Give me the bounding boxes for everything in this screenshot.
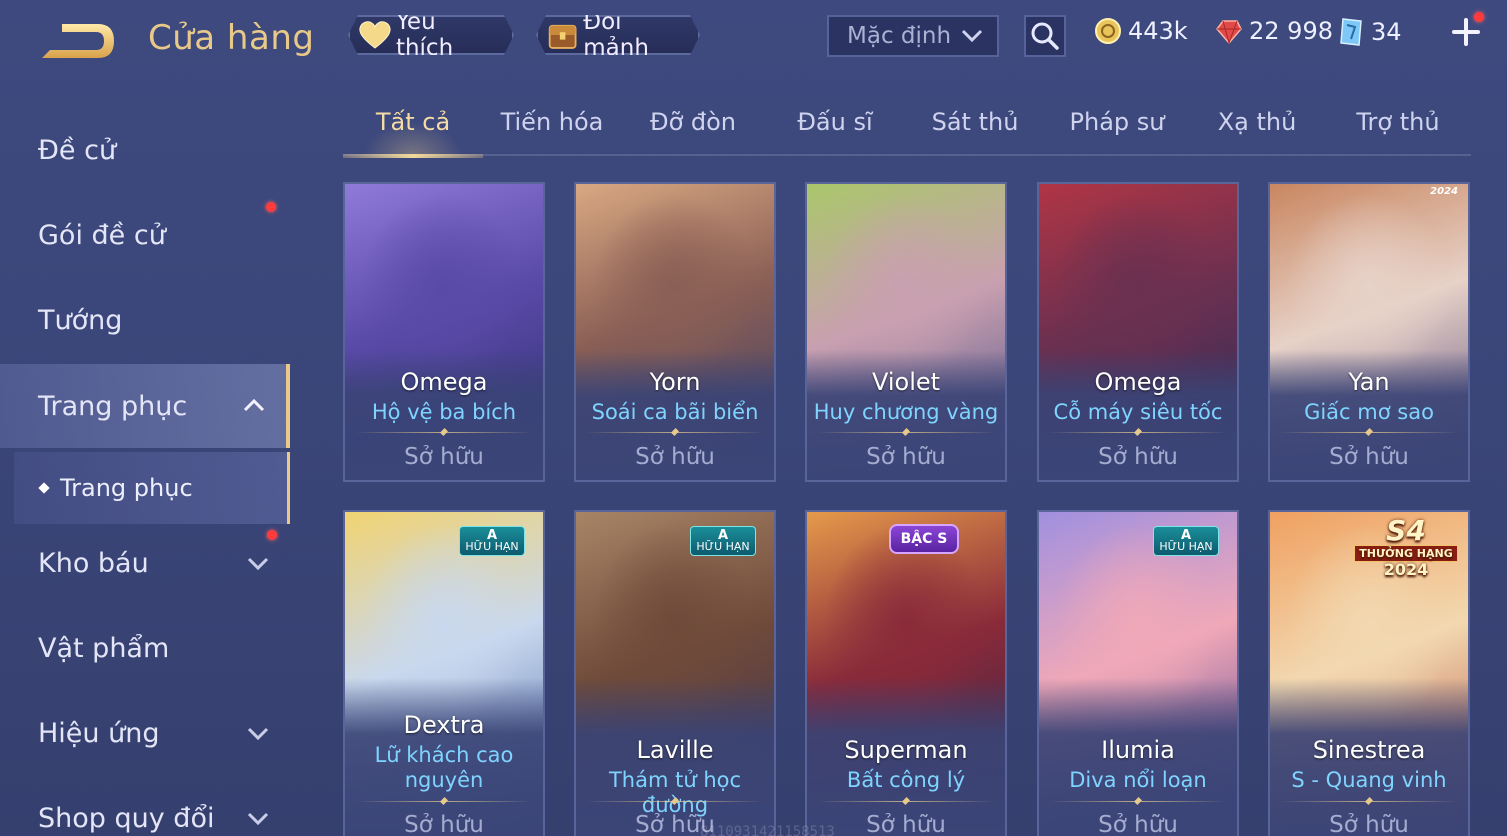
gold-currency: 443k	[1094, 17, 1188, 45]
ruby-gem-icon	[1216, 20, 1242, 45]
owned-status: Sở hữu	[404, 444, 484, 470]
heart-icon	[358, 20, 392, 50]
tab-evolution[interactable]: Tiến hóa	[482, 108, 622, 154]
hero-name: Dextra	[403, 711, 485, 739]
tab-assassin[interactable]: Sát thủ	[905, 108, 1045, 154]
tab-tank[interactable]: Đỡ đòn	[623, 108, 763, 154]
tab-all[interactable]: Tất cả	[343, 108, 483, 158]
chevron-up-icon	[243, 398, 265, 412]
limited-a-badge: A HỮU HẠN	[690, 526, 756, 556]
tier-s-badge: BẬC S	[889, 524, 959, 554]
favorite-label: Yêu thích	[395, 9, 454, 61]
notification-dot	[266, 202, 276, 212]
search-icon	[1031, 22, 1059, 50]
skin-name-line2: nguyên	[404, 768, 484, 792]
search-button[interactable]	[1024, 15, 1066, 57]
limited-a-badge: A HỮU HẠN	[1153, 526, 1219, 556]
chevron-down-icon	[247, 557, 269, 571]
year-badge: 2024	[1430, 186, 1458, 197]
skin-card[interactable]: Violet Huy chương vàng Sở hữu	[805, 182, 1007, 482]
sidebar-item-skins[interactable]: Trang phục	[0, 364, 290, 448]
hero-name: Omega	[400, 368, 488, 396]
skin-name: Huy chương vàng	[813, 400, 999, 424]
ruby-currency: 22 998	[1215, 17, 1333, 45]
owned-status: Sở hữu	[866, 444, 946, 470]
skin-name: Cỗ máy siêu tốc	[1053, 400, 1223, 424]
exchange-fragments-button[interactable]: Đổi mảnh	[536, 15, 700, 55]
skin-card[interactable]: A HỮU HẠN Dextra Lữ khách cao nguyên Sở …	[343, 510, 545, 836]
role-tabs: Tất cả Tiến hóa Đỡ đòn Đấu sĩ Sát thủ Ph…	[343, 100, 1471, 158]
limited-a-badge: A HỮU HẠN	[459, 526, 525, 556]
skin-name: Diva nổi loạn	[1069, 768, 1207, 792]
voucher-currency: 34	[1337, 17, 1402, 47]
skin-card[interactable]: S4 THƯỞNG HẠNG 2024 Sinestrea S - Quang …	[1268, 510, 1470, 836]
hero-name: Yorn	[649, 368, 701, 396]
voucher-amount: 34	[1371, 18, 1402, 46]
sidebar-item-recommended[interactable]: Đề cử	[0, 108, 290, 192]
sidebar: Đề cử Gói đề cử Tướng Trang phục Trang p…	[0, 100, 292, 836]
skin-name: Hộ vệ ba bích	[371, 400, 517, 424]
sidebar-item-exchange-shop[interactable]: Shop quy đổi	[0, 776, 290, 836]
sidebar-item-heroes[interactable]: Tướng	[0, 278, 290, 362]
hero-name: Ilumia	[1101, 736, 1175, 764]
tab-mage[interactable]: Pháp sư	[1047, 108, 1187, 154]
sort-value: Mặc định	[847, 23, 952, 49]
skin-name: Thám tử học đường	[608, 768, 742, 817]
notification-dot	[267, 530, 277, 540]
owned-status: Sở hữu	[1329, 444, 1409, 470]
top-bar: Cửa hàng Yêu thích Đổi mảnh Mặc định 443…	[0, 0, 1507, 72]
skin-card[interactable]: 2024 Yan Giấc mơ sao Sở hữu	[1268, 182, 1470, 482]
tab-fighter[interactable]: Đấu sĩ	[765, 108, 905, 154]
page-title: Cửa hàng	[148, 18, 315, 58]
sidebar-item-recommended-packs[interactable]: Gói đề cử	[0, 193, 290, 277]
back-arrow-icon[interactable]	[36, 18, 120, 64]
season-rank-badge: S4 THƯỞNG HẠNG 2024	[1350, 516, 1462, 578]
favorite-button[interactable]: Yêu thích	[348, 15, 514, 55]
skin-card[interactable]: A HỮU HẠN Laville Thám tử học đường Sở h…	[574, 510, 776, 836]
exchange-label: Đổi mảnh	[583, 9, 649, 61]
hero-name: Laville	[636, 736, 714, 764]
hero-name: Yan	[1348, 368, 1390, 396]
skin-name: Soái ca bãi biển	[591, 400, 759, 424]
tab-marksman[interactable]: Xạ thủ	[1187, 108, 1327, 154]
hero-name: Superman	[844, 736, 968, 764]
owned-status: Sở hữu	[1098, 812, 1178, 836]
skin-card[interactable]: Omega Hộ vệ ba bích Sở hữu	[343, 182, 545, 482]
chevron-down-icon	[961, 29, 983, 43]
skin-name: S - Quang vinh	[1291, 768, 1447, 792]
owned-status: Sở hữu	[1329, 812, 1409, 836]
gold-amount: 443k	[1128, 17, 1188, 45]
skin-card[interactable]: Yorn Soái ca bãi biển Sở hữu	[574, 182, 776, 482]
sidebar-item-effects[interactable]: Hiệu ứng	[0, 691, 290, 775]
ruby-amount: 22 998	[1249, 17, 1333, 45]
hero-name: Violet	[871, 368, 941, 396]
sort-dropdown[interactable]: Mặc định	[827, 15, 999, 57]
sidebar-item-items[interactable]: Vật phẩm	[0, 606, 290, 690]
skin-name: Bất công lý	[846, 768, 966, 792]
tab-support[interactable]: Trợ thủ	[1328, 108, 1468, 154]
skin-name: Giấc mơ sao	[1304, 400, 1434, 424]
watermark: 8110931421158513	[700, 824, 835, 836]
hero-name: Omega	[1094, 368, 1182, 396]
gold-coin-icon	[1095, 18, 1121, 44]
sidebar-item-treasure[interactable]: Kho báu	[0, 521, 290, 605]
notification-dot	[1474, 12, 1484, 22]
skin-card[interactable]: Omega Cỗ máy siêu tốc Sở hữu	[1037, 182, 1239, 482]
skin-name-line1: Lữ khách cao	[374, 743, 514, 767]
owned-status: Sở hữu	[1098, 444, 1178, 470]
owned-status: Sở hữu	[866, 812, 946, 836]
owned-status: Sở hữu	[635, 444, 715, 470]
diamond-bullet-icon	[38, 482, 50, 494]
sidebar-subitem-skins[interactable]: Trang phục	[14, 452, 290, 524]
hero-name: Sinestrea	[1312, 736, 1426, 764]
owned-status: Sở hữu	[404, 812, 484, 836]
skin-card[interactable]: A HỮU HẠN Ilumia Diva nổi loạn Sở hữu	[1037, 510, 1239, 836]
voucher-card-icon	[1340, 18, 1362, 46]
skin-card[interactable]: BẬC S Superman Bất công lý Sở hữu	[805, 510, 1007, 836]
chevron-down-icon	[247, 727, 269, 741]
treasure-chest-icon	[546, 17, 579, 53]
chevron-down-icon	[247, 812, 269, 826]
